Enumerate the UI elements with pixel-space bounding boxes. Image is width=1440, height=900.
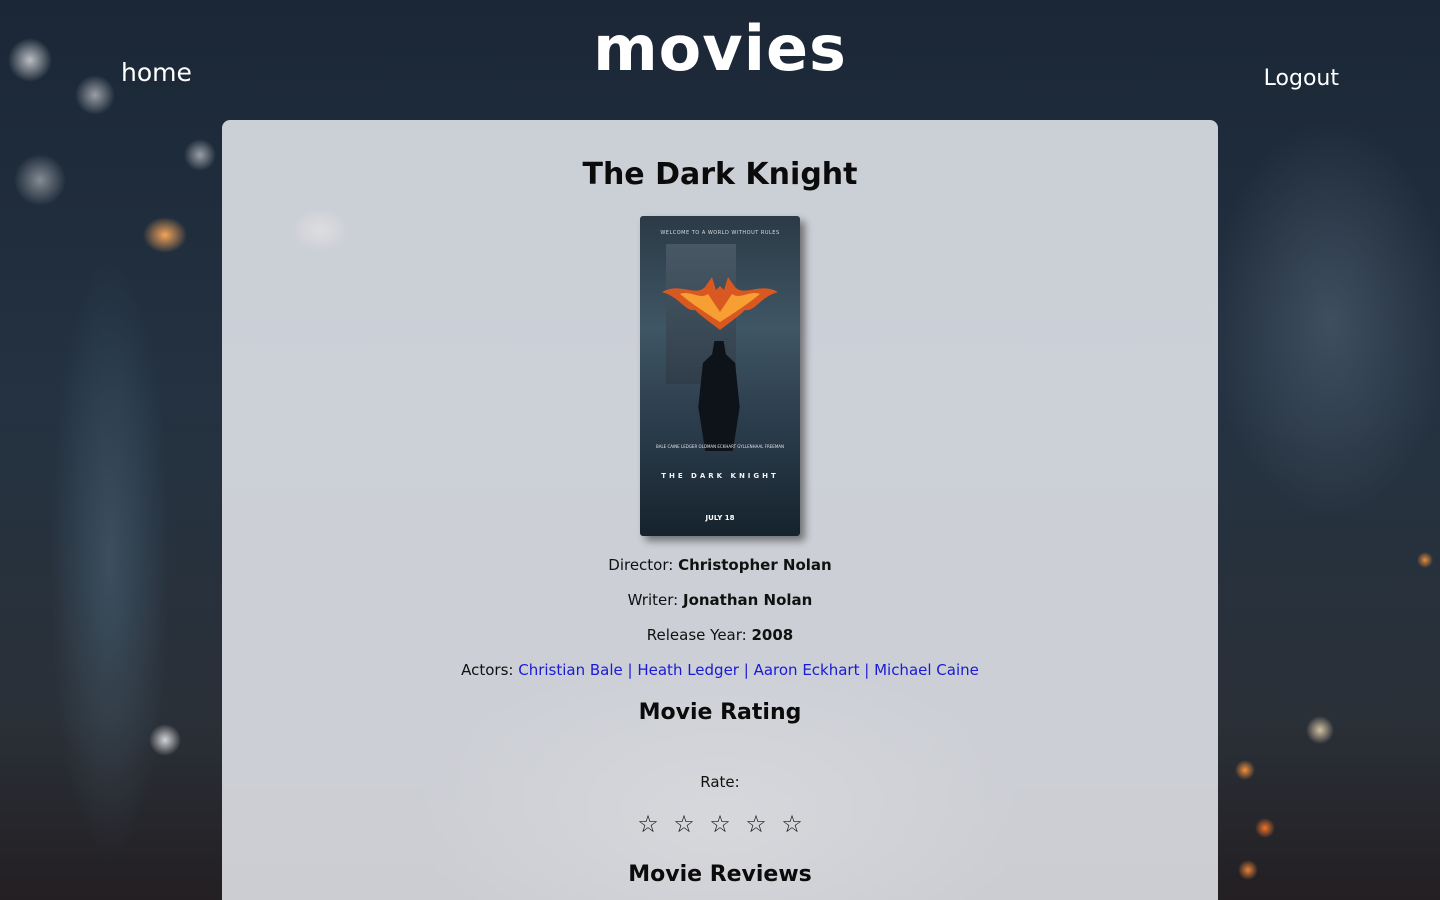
reviews-heading: Movie Reviews	[628, 862, 812, 887]
site-title: movies	[593, 12, 847, 85]
star-3-icon[interactable]: ☆	[702, 810, 738, 838]
actor-link-2[interactable]: Heath Ledger	[637, 661, 739, 679]
actor-separator: |	[738, 661, 754, 679]
actor-separator: |	[622, 661, 638, 679]
movie-poster: WELCOME TO A WORLD WITHOUT RULES BALE CA…	[640, 216, 800, 536]
actor-separator: |	[859, 661, 875, 679]
year-line: Release Year: 2008	[222, 626, 1218, 644]
rate-label: Rate:	[700, 773, 740, 791]
star-4-icon[interactable]: ☆	[738, 810, 774, 838]
writer-label: Writer:	[627, 591, 679, 609]
poster-credits: BALE CAINE LEDGER OLDMAN ECKHART GYLLENH…	[655, 444, 785, 449]
poster-title: THE DARK KNIGHT	[661, 472, 779, 480]
director-label: Director:	[608, 556, 674, 574]
actors-line: Actors: Christian Bale | Heath Ledger | …	[222, 661, 1218, 679]
year-value: 2008	[751, 626, 794, 644]
writer-line: Writer: Jonathan Nolan	[222, 591, 1218, 609]
director-value: Christopher Nolan	[678, 556, 832, 574]
star-5-icon[interactable]: ☆	[774, 810, 810, 838]
poster-date: JULY 18	[705, 514, 735, 522]
movie-title: The Dark Knight	[582, 157, 858, 192]
actor-link-4[interactable]: Michael Caine	[874, 661, 979, 679]
star-rating: ☆ ☆ ☆ ☆ ☆	[222, 810, 1218, 838]
movie-card: The Dark Knight WELCOME TO A WORLD WITHO…	[222, 120, 1218, 900]
actor-link-3[interactable]: Aaron Eckhart	[754, 661, 860, 679]
bat-fire-icon	[662, 277, 778, 330]
director-line: Director: Christopher Nolan	[222, 556, 1218, 574]
logout-link[interactable]: Logout	[1264, 66, 1339, 91]
star-2-icon[interactable]: ☆	[666, 810, 702, 838]
rating-heading: Movie Rating	[638, 700, 802, 725]
writer-value: Jonathan Nolan	[682, 591, 813, 609]
star-1-icon[interactable]: ☆	[630, 810, 666, 838]
actors-label: Actors:	[461, 661, 514, 679]
poster-tagline: WELCOME TO A WORLD WITHOUT RULES	[660, 230, 780, 236]
actor-link-1[interactable]: Christian Bale	[518, 661, 623, 679]
year-label: Release Year:	[646, 626, 747, 644]
